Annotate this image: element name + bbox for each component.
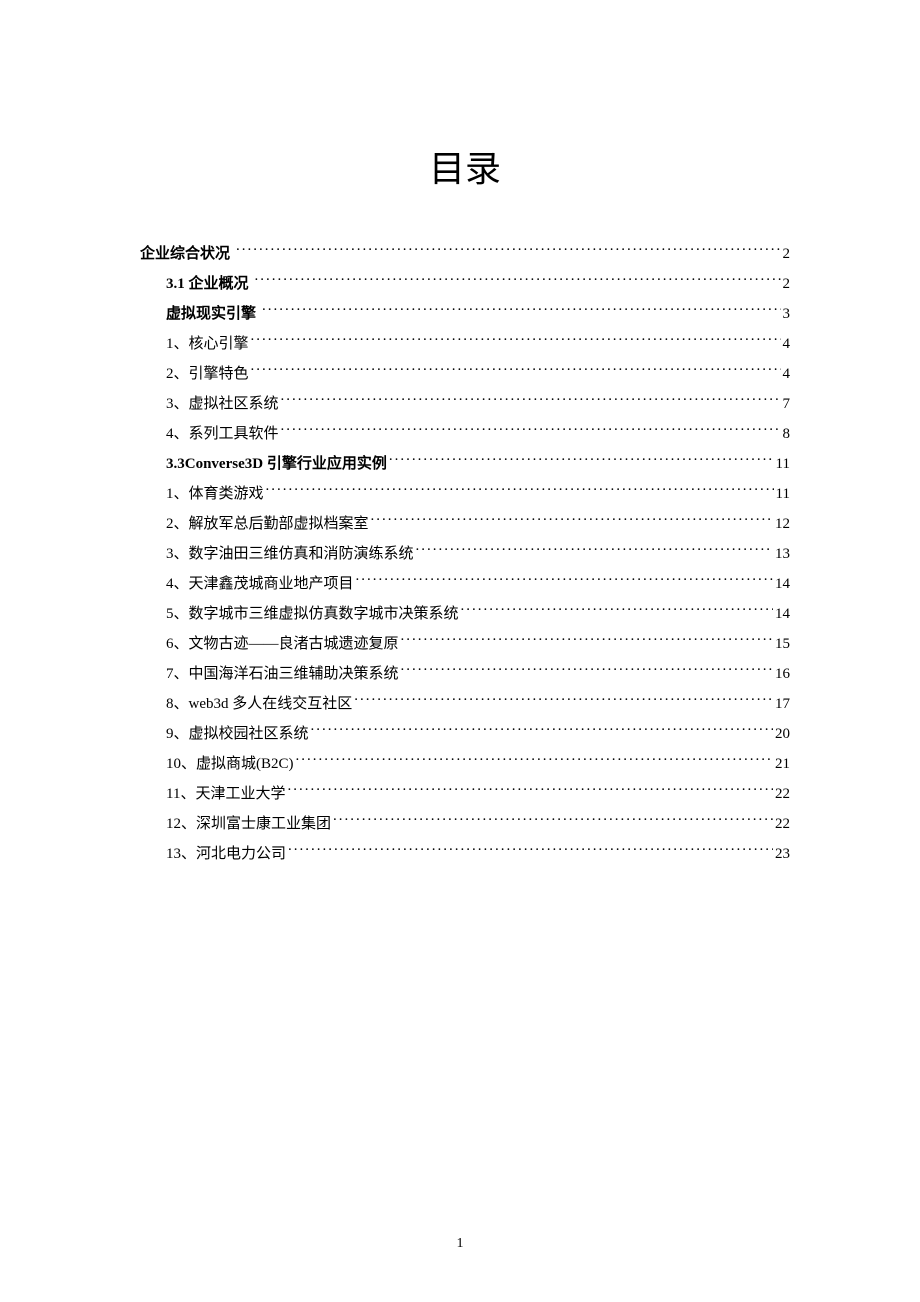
toc-leader-dots	[416, 543, 773, 558]
toc-entry-label: 4、系列工具软件	[166, 422, 279, 446]
toc-leader-dots	[287, 783, 773, 798]
toc-leader-dots	[296, 753, 773, 768]
toc-leader-dots	[236, 243, 780, 258]
toc-leader-dots	[251, 363, 781, 378]
toc-entry-label: 1、体育类游戏	[166, 482, 264, 506]
toc-entry: 8、web3d 多人在线交互社区 17	[140, 692, 790, 716]
toc-entry-label: 2、解放军总后勤部虚拟档案室	[166, 512, 369, 536]
toc-leader-dots	[354, 693, 773, 708]
toc-entry: 6、文物古迹——良渚古城遗迹复原 15	[140, 632, 790, 656]
toc-entry: 3.3Converse3D 引擎行业应用实例 11	[140, 452, 790, 476]
toc-entry-page: 21	[775, 752, 790, 776]
toc-leader-dots	[461, 603, 773, 618]
toc-entry-label: 虚拟现实引擎	[166, 302, 260, 326]
toc-entry-label: 5、数字城市三维虚拟仿真数字城市决策系统	[166, 602, 459, 626]
toc-entry: 10、虚拟商城(B2C) 21	[140, 752, 790, 776]
toc-leader-dots	[281, 393, 781, 408]
document-page: 目录 企业综合状况 2 3.1 企业概况 2 虚拟现实引擎 3 1、核心引擎 4 2、引擎特色 4…	[0, 0, 920, 866]
toc-entry-page: 20	[775, 722, 790, 746]
toc-leader-dots	[281, 423, 781, 438]
toc-leader-dots	[262, 303, 780, 318]
toc-entry: 3、虚拟社区系统 7	[140, 392, 790, 416]
toc-entry-page: 2	[783, 242, 791, 266]
toc-entry-page: 12	[775, 512, 790, 536]
toc-entry-page: 7	[783, 392, 791, 416]
toc-entry-page: 23	[775, 842, 790, 866]
toc-entry: 11、天津工业大学 22	[140, 782, 790, 806]
toc-entry: 4、系列工具软件 8	[140, 422, 790, 446]
toc-entry-page: 3	[783, 302, 791, 326]
toc-entry-page: 14	[775, 572, 790, 596]
toc-entry: 2、解放军总后勤部虚拟档案室 12	[140, 512, 790, 536]
toc-entry-page: 17	[775, 692, 790, 716]
toc-entry: 1、体育类游戏 11	[140, 482, 790, 506]
toc-leader-dots	[333, 813, 773, 828]
toc-entry: 12、深圳富士康工业集团 22	[140, 812, 790, 836]
toc-leader-dots	[371, 513, 773, 528]
toc-entry-label: 9、虚拟校园社区系统	[166, 722, 309, 746]
toc-leader-dots	[288, 843, 773, 858]
toc-leader-dots	[401, 633, 773, 648]
toc-entry-label: 1、核心引擎	[166, 332, 249, 356]
toc-entry-label: 12、深圳富士康工业集团	[166, 812, 331, 836]
toc-entry-label: 4、天津鑫茂城商业地产项目	[166, 572, 354, 596]
page-number: 1	[0, 1236, 920, 1252]
toc-entry: 3、数字油田三维仿真和消防演练系统 13	[140, 542, 790, 566]
toc-entry-label: 8、web3d 多人在线交互社区	[166, 692, 352, 716]
toc-entry: 4、天津鑫茂城商业地产项目 14	[140, 572, 790, 596]
toc-entry-label: 13、河北电力公司	[166, 842, 286, 866]
toc-entry: 1、核心引擎 4	[140, 332, 790, 356]
toc-entry-page: 11	[776, 452, 790, 476]
toc-entry-page: 4	[783, 332, 791, 356]
toc-entry-label: 11、天津工业大学	[166, 782, 285, 806]
toc-entry-label: 3.3Converse3D 引擎行业应用实例	[166, 452, 387, 476]
toc-entry-label: 6、文物古迹——良渚古城遗迹复原	[166, 632, 399, 656]
toc-entry-label: 3.1 企业概况	[166, 272, 253, 296]
toc-entry: 5、数字城市三维虚拟仿真数字城市决策系统 14	[140, 602, 790, 626]
toc-entry-page: 14	[775, 602, 790, 626]
toc-entry-label: 7、中国海洋石油三维辅助决策系统	[166, 662, 399, 686]
toc-entry-label: 2、引擎特色	[166, 362, 249, 386]
toc-entry: 企业综合状况 2	[140, 242, 790, 266]
toc-entry: 3.1 企业概况 2	[140, 272, 790, 296]
toc-entry-label: 企业综合状况	[140, 242, 234, 266]
toc-leader-dots	[311, 723, 773, 738]
toc-leader-dots	[255, 273, 781, 288]
toc-entry: 虚拟现实引擎 3	[140, 302, 790, 326]
toc-entry: 13、河北电力公司 23	[140, 842, 790, 866]
toc-entry-page: 13	[775, 542, 790, 566]
toc-leader-dots	[356, 573, 773, 588]
toc-entry-page: 15	[775, 632, 790, 656]
toc-entry-label: 10、虚拟商城(B2C)	[166, 752, 294, 776]
toc-entry-page: 2	[783, 272, 791, 296]
table-of-contents: 企业综合状况 2 3.1 企业概况 2 虚拟现实引擎 3 1、核心引擎 4 2、引擎特色 4 3、虚…	[140, 242, 790, 866]
toc-entry-page: 4	[783, 362, 791, 386]
toc-entry: 2、引擎特色 4	[140, 362, 790, 386]
toc-entry-page: 22	[775, 782, 790, 806]
toc-leader-dots	[266, 483, 774, 498]
toc-entry-label: 3、虚拟社区系统	[166, 392, 279, 416]
toc-entry: 7、中国海洋石油三维辅助决策系统 16	[140, 662, 790, 686]
toc-entry-page: 11	[776, 482, 790, 506]
toc-leader-dots	[401, 663, 773, 678]
toc-entry: 9、虚拟校园社区系统 20	[140, 722, 790, 746]
toc-leader-dots	[389, 453, 774, 468]
toc-entry-page: 8	[783, 422, 791, 446]
toc-entry-label: 3、数字油田三维仿真和消防演练系统	[166, 542, 414, 566]
toc-leader-dots	[251, 333, 781, 348]
toc-entry-page: 22	[775, 812, 790, 836]
toc-title: 目录	[140, 140, 790, 192]
toc-entry-page: 16	[775, 662, 790, 686]
